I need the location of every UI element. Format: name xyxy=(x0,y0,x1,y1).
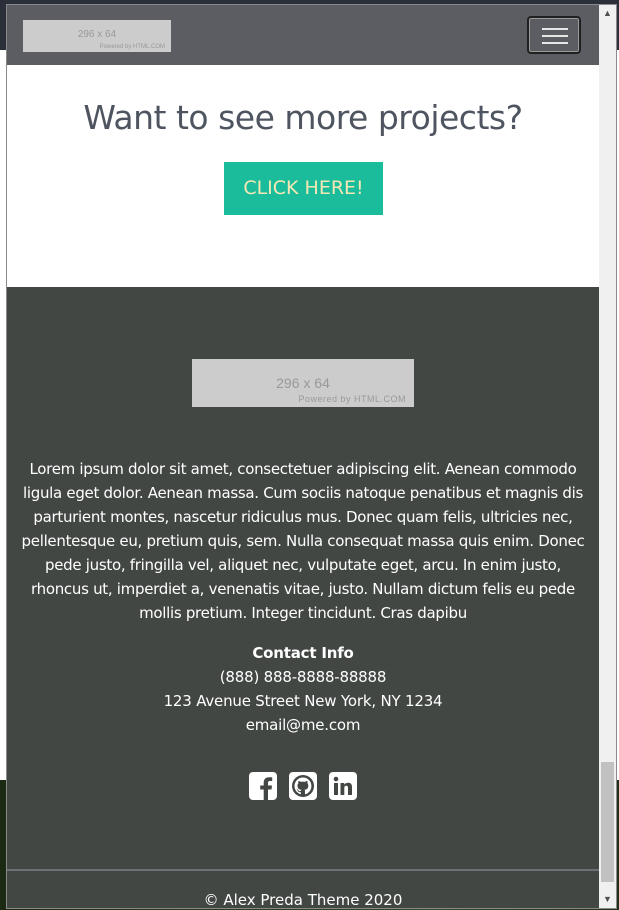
contact-info: Contact Info (888) 888-8888-88888 123 Av… xyxy=(7,641,599,737)
footer-about-text: Lorem ipsum dolor sit amet, consectetuer… xyxy=(21,460,585,622)
contact-email[interactable]: email@me.com xyxy=(7,713,599,737)
popup-window: 296 x 64 Powered by HTML.COM Want to see… xyxy=(7,5,616,908)
contact-address: 123 Avenue Street New York, NY 1234 xyxy=(163,692,443,710)
contact-heading: Contact Info xyxy=(252,644,354,662)
logo-dimensions: 296 x 64 xyxy=(77,29,117,40)
projects-heading: Want to see more projects? xyxy=(83,98,523,137)
navbar: 296 x 64 Powered by HTML.COM xyxy=(7,5,599,65)
page-viewport: 296 x 64 Powered by HTML.COM Want to see… xyxy=(7,5,599,908)
social-links xyxy=(7,772,599,802)
click-here-button[interactable]: CLICK HERE! xyxy=(224,162,383,215)
projects-section: Want to see more projects? CLICK HERE! xyxy=(7,65,599,287)
navbar-logo[interactable]: 296 x 64 Powered by HTML.COM xyxy=(23,20,171,52)
logo-powered-by: Powered by HTML.COM xyxy=(99,44,165,50)
facebook-icon[interactable] xyxy=(248,772,277,800)
scroll-down-arrow-icon[interactable]: ▼ xyxy=(599,891,616,908)
contact-phone: (888) 888-8888-88888 xyxy=(219,668,387,686)
logo-powered-by: Powered by HTML.COM xyxy=(298,394,406,404)
logo-dimensions: 296 x 64 xyxy=(276,375,330,391)
github-icon[interactable] xyxy=(289,772,317,800)
linkedin-icon[interactable] xyxy=(329,772,358,800)
footer: 296 x 64 Powered by HTML.COM Lorem ipsum… xyxy=(7,287,599,908)
footer-logo: 296 x 64 Powered by HTML.COM xyxy=(192,359,414,407)
navbar-toggler-button[interactable] xyxy=(527,16,581,54)
footer-divider xyxy=(7,869,599,871)
copyright-text: © Alex Preda Theme 2020 xyxy=(203,891,403,908)
scrollbar-thumb[interactable] xyxy=(601,762,614,882)
vertical-scrollbar[interactable]: ▲ ▼ xyxy=(599,5,616,908)
scroll-up-arrow-icon[interactable]: ▲ xyxy=(599,5,616,22)
